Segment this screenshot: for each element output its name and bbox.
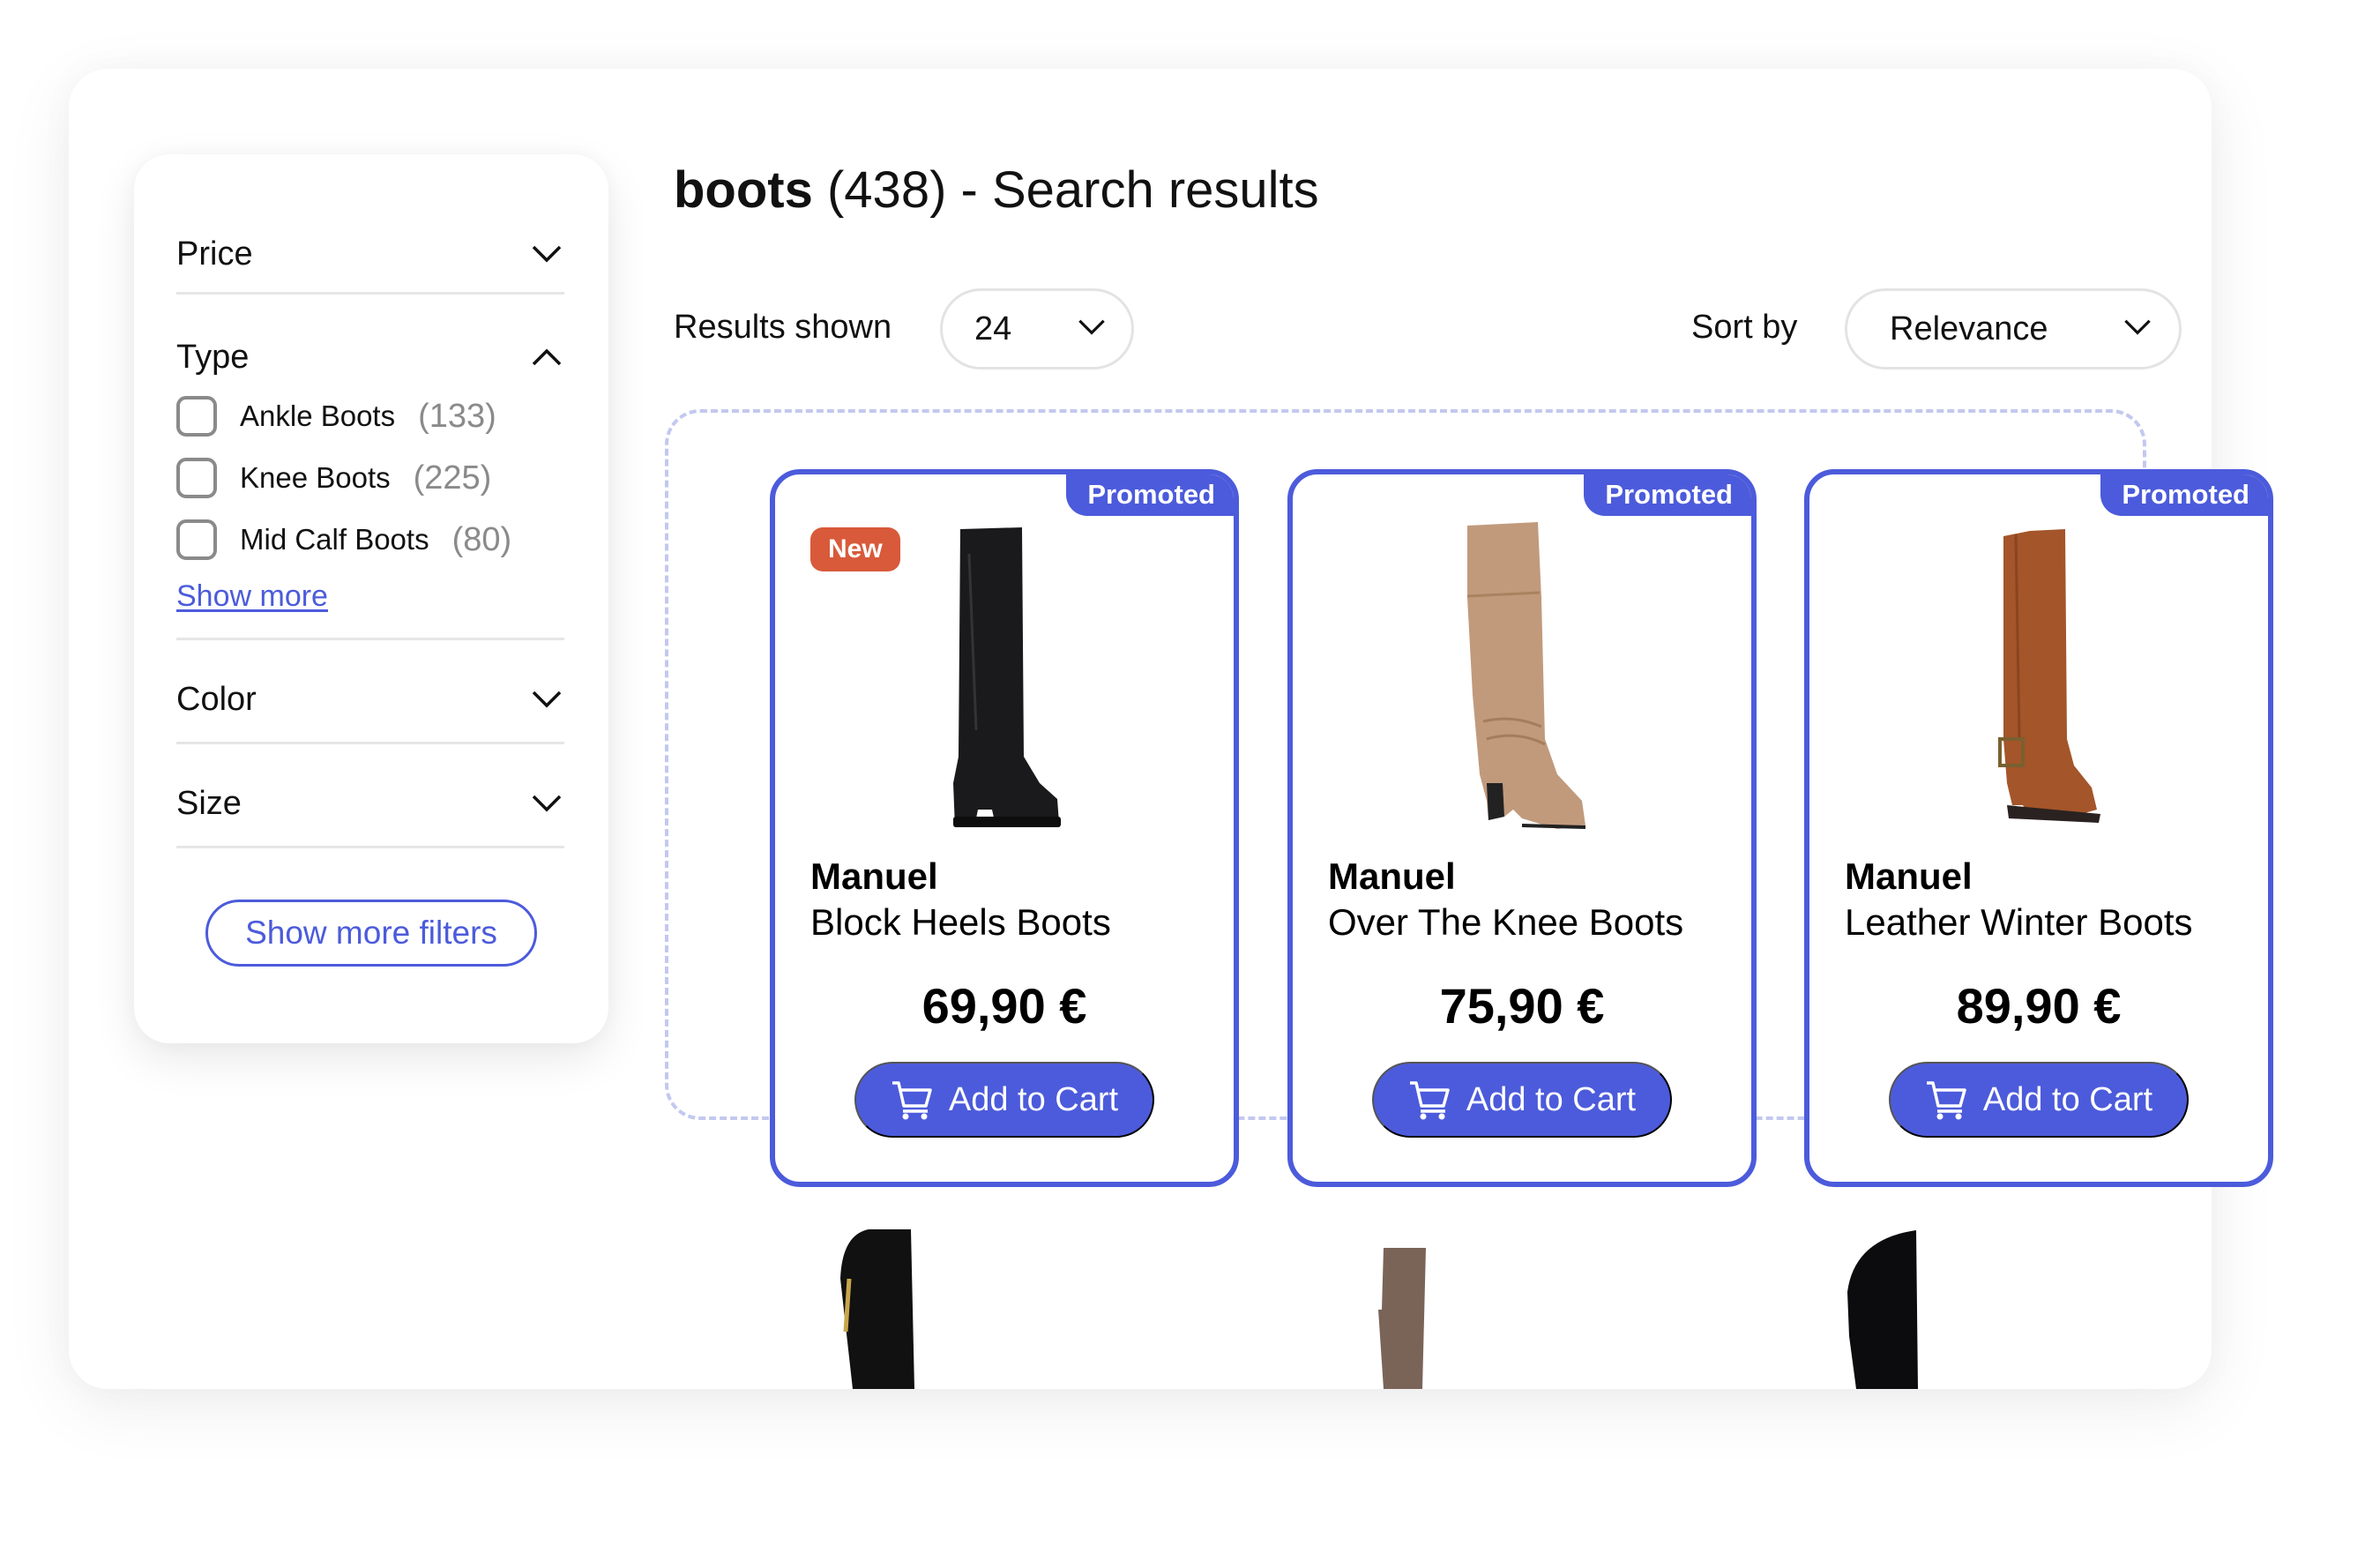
checkbox[interactable] bbox=[176, 396, 217, 437]
add-to-cart-button[interactable]: Add to Cart bbox=[854, 1062, 1154, 1138]
product-name[interactable]: Over The Knee Boots bbox=[1328, 901, 1683, 944]
option-count: (80) bbox=[451, 520, 512, 558]
filter-size-title: Size bbox=[176, 784, 242, 822]
promoted-badge: Promoted bbox=[2100, 474, 2268, 516]
filter-type-header[interactable]: Type bbox=[176, 331, 564, 384]
cart-icon bbox=[1925, 1079, 1969, 1120]
option-count: (225) bbox=[413, 459, 492, 497]
add-to-cart-button[interactable]: Add to Cart bbox=[1889, 1062, 2189, 1138]
cart-icon bbox=[1408, 1079, 1452, 1120]
show-more-filters-button[interactable]: Show more filters bbox=[205, 900, 537, 967]
product-card[interactable]: Promoted New Manuel Block Heels Boots 69… bbox=[770, 469, 1239, 1187]
option-label: Knee Boots bbox=[240, 461, 391, 494]
divider bbox=[176, 638, 564, 640]
result-count: (438) bbox=[826, 161, 947, 219]
product-image-suede-boot-partial[interactable] bbox=[1839, 1230, 1936, 1389]
chevron-down-icon bbox=[1077, 318, 1107, 340]
product-brand: Manuel bbox=[1328, 855, 1456, 897]
option-label: Ankle Boots bbox=[240, 399, 396, 432]
filter-size-header[interactable]: Size bbox=[176, 777, 564, 830]
product-price: 89,90 € bbox=[1956, 978, 2122, 1034]
product-brand: Manuel bbox=[1845, 855, 1973, 897]
chevron-down-icon bbox=[2123, 318, 2152, 340]
option-label: Mid Calf Boots bbox=[240, 523, 429, 556]
title-suffix: - Search results bbox=[960, 161, 1319, 219]
filter-type-title: Type bbox=[176, 338, 250, 376]
option-count: (133) bbox=[418, 397, 496, 435]
product-brand: Manuel bbox=[810, 855, 938, 897]
chevron-down-icon[interactable] bbox=[529, 236, 564, 272]
filters-sidebar: Price Type Ankle Boots (133) Knee Boots … bbox=[134, 154, 608, 1043]
product-image-black-boot-partial[interactable] bbox=[833, 1226, 921, 1389]
type-option-knee-boots[interactable]: Knee Boots (225) bbox=[176, 455, 491, 501]
filter-color-header[interactable]: Color bbox=[176, 673, 564, 726]
product-name[interactable]: Leather Winter Boots bbox=[1845, 901, 2193, 944]
filter-type[interactable]: Type bbox=[176, 331, 564, 384]
sort-by-select[interactable]: Relevance bbox=[1845, 288, 2182, 370]
filter-price-title: Price bbox=[176, 235, 253, 273]
promoted-badge: Promoted bbox=[1584, 474, 1751, 516]
search-query: boots bbox=[674, 161, 813, 219]
divider bbox=[176, 742, 564, 744]
type-option-ankle-boots[interactable]: Ankle Boots (133) bbox=[176, 393, 496, 439]
product-card[interactable]: Promoted Manuel Over The Knee Boots 75,9… bbox=[1287, 469, 1757, 1187]
product-image-tan-boot[interactable] bbox=[1425, 519, 1619, 845]
results-shown-select[interactable]: 24 bbox=[940, 288, 1134, 370]
new-badge: New bbox=[810, 527, 900, 571]
chevron-down-icon[interactable] bbox=[529, 786, 564, 821]
divider bbox=[176, 292, 564, 295]
add-to-cart-button[interactable]: Add to Cart bbox=[1372, 1062, 1672, 1138]
product-price: 69,90 € bbox=[921, 978, 1087, 1034]
page-title: boots (438) - Search results bbox=[674, 161, 1319, 220]
filter-price-header[interactable]: Price bbox=[176, 228, 564, 280]
filter-color[interactable]: Color bbox=[176, 673, 564, 726]
show-more-link[interactable]: Show more bbox=[176, 579, 328, 614]
product-price: 75,90 € bbox=[1439, 978, 1605, 1034]
add-to-cart-label: Add to Cart bbox=[1982, 1080, 2153, 1118]
divider bbox=[176, 846, 564, 848]
type-option-mid-calf-boots[interactable]: Mid Calf Boots (80) bbox=[176, 517, 511, 563]
promoted-badge: Promoted bbox=[1066, 474, 1234, 516]
checkbox[interactable] bbox=[176, 458, 217, 498]
filter-color-title: Color bbox=[176, 680, 257, 718]
filter-size[interactable]: Size bbox=[176, 777, 564, 830]
chevron-up-icon[interactable] bbox=[529, 340, 564, 375]
results-shown-value: 24 bbox=[974, 310, 1012, 347]
chevron-down-icon[interactable] bbox=[529, 682, 564, 717]
sort-by-value: Relevance bbox=[1890, 310, 2048, 347]
add-to-cart-label: Add to Cart bbox=[948, 1080, 1119, 1118]
product-image-brown-boot[interactable] bbox=[1942, 519, 2136, 845]
cart-icon bbox=[891, 1079, 935, 1120]
product-image-black-boot[interactable] bbox=[907, 519, 1101, 845]
product-image-taupe-boot-partial[interactable] bbox=[1371, 1248, 1433, 1389]
add-to-cart-label: Add to Cart bbox=[1466, 1080, 1637, 1118]
results-shown-label: Results shown bbox=[674, 309, 892, 346]
sort-by-label: Sort by bbox=[1691, 309, 1798, 346]
product-name[interactable]: Block Heels Boots bbox=[810, 901, 1111, 944]
filter-price[interactable]: Price bbox=[176, 228, 564, 280]
checkbox[interactable] bbox=[176, 519, 217, 560]
product-card[interactable]: Promoted Manuel Leather Winter Boots 89,… bbox=[1804, 469, 2273, 1187]
